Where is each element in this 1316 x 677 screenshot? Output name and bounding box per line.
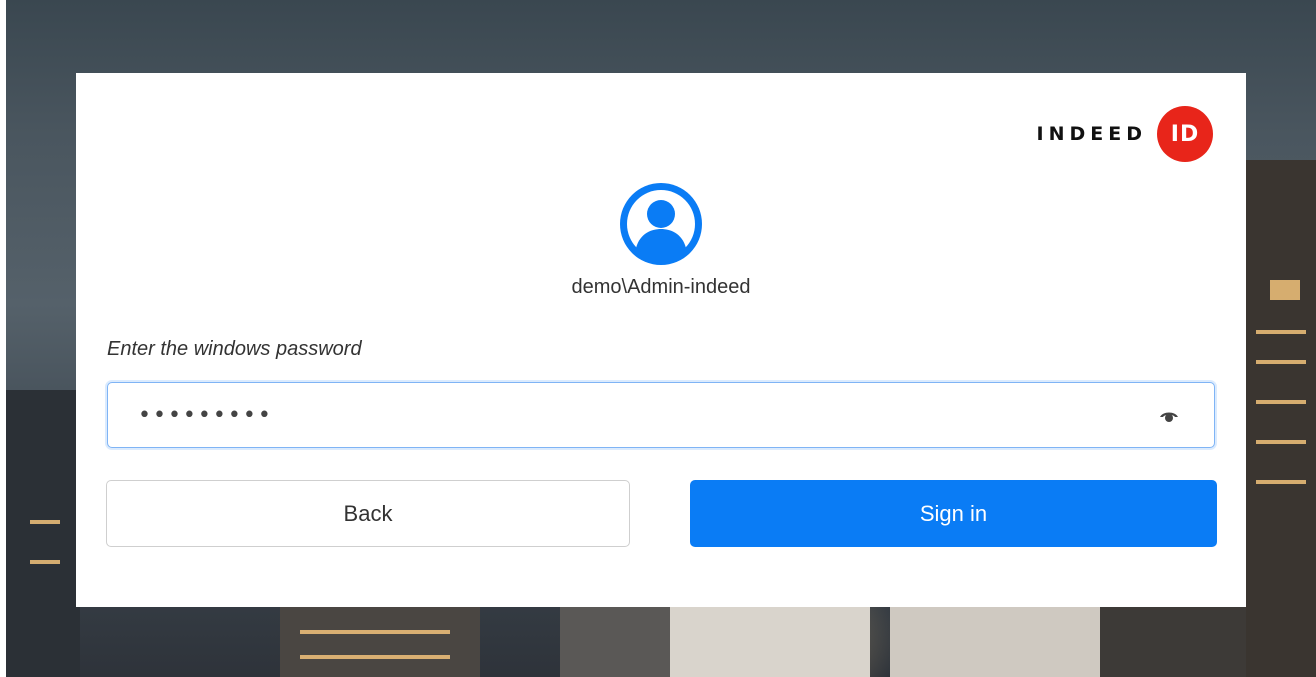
background-building [1100,607,1246,677]
background-light [1270,280,1300,300]
password-prompt: Enter the windows password [107,338,362,360]
background-building [560,607,670,677]
window-edge [0,0,6,677]
login-card: INDEED ID demo\Admin-indeed Enter the wi… [76,73,1246,607]
logo-badge: ID [1157,106,1213,162]
sign-in-button[interactable]: Sign in [690,480,1217,547]
background-light [1256,400,1306,404]
password-input[interactable] [136,401,1140,429]
eye-icon[interactable] [1159,408,1179,424]
background-building [1246,160,1316,677]
background-building [890,607,1100,677]
background-light [1256,480,1306,484]
background-building [670,607,870,677]
back-button[interactable]: Back [106,480,630,547]
background-light [1256,330,1306,334]
username-label: demo\Admin-indeed [571,276,751,298]
user-avatar-icon [620,183,702,265]
password-field[interactable] [107,382,1215,448]
indeed-id-logo: INDEED ID [1037,106,1213,162]
background-light [300,655,450,659]
logo-text: INDEED [1036,123,1147,145]
background-light [30,560,60,564]
background-light [1256,440,1306,444]
background-building [280,607,480,677]
background-light [300,630,450,634]
background-light [1256,360,1306,364]
background-building [0,390,80,677]
background-light [30,520,60,524]
